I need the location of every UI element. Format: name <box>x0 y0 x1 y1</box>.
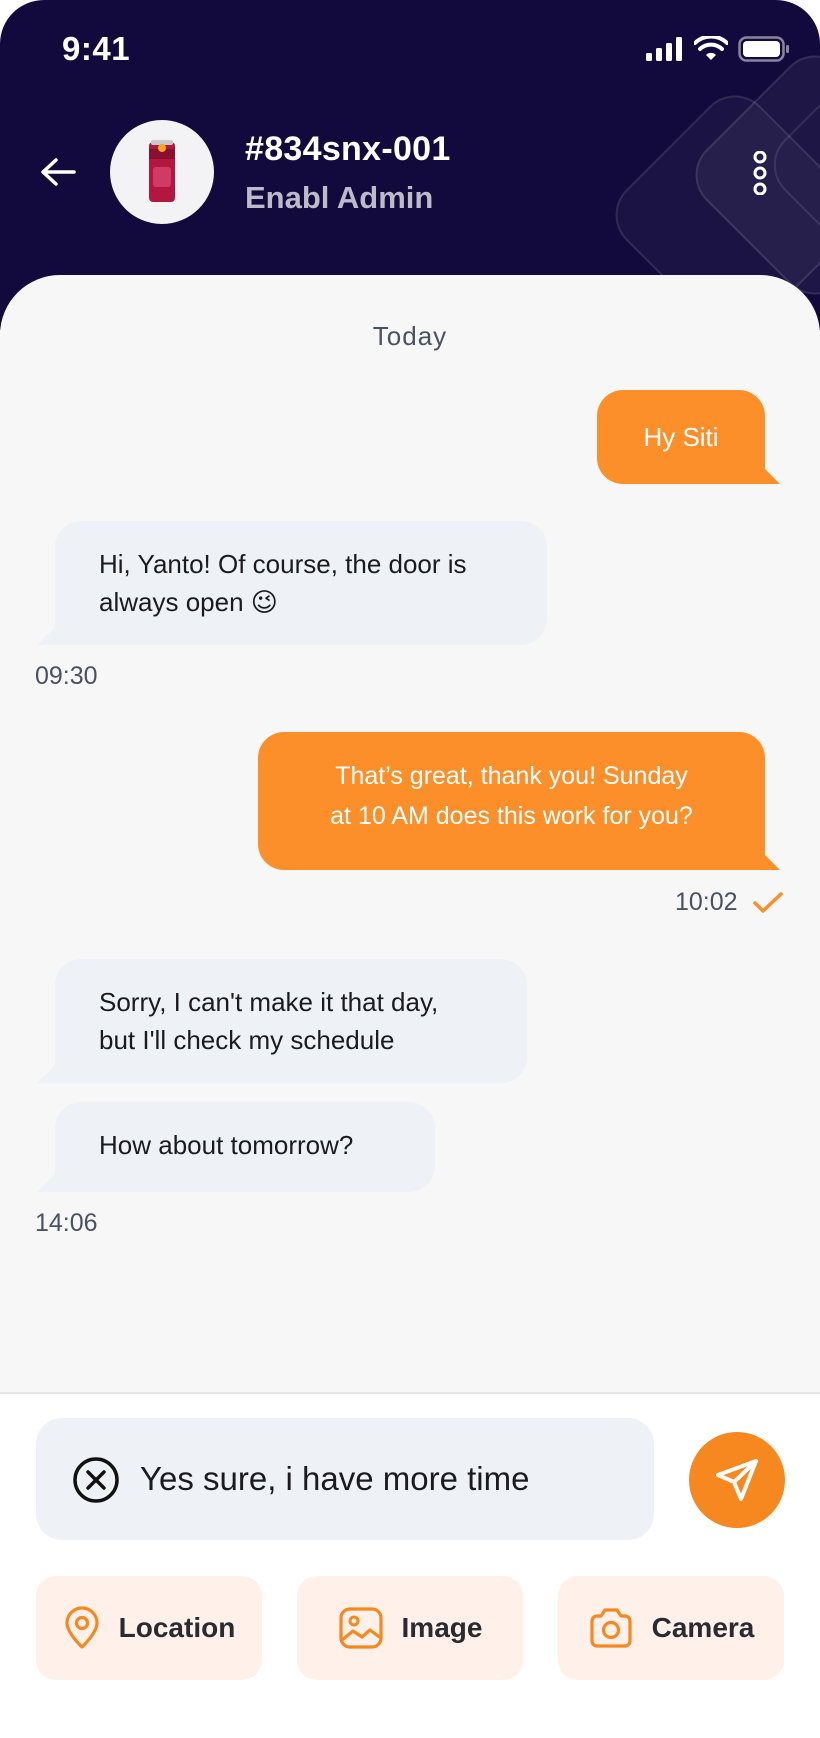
location-pin-icon <box>65 1606 99 1649</box>
bubble-tail <box>760 464 780 484</box>
message-text-line: Hi, Yanto! Of course, the door is <box>99 549 467 579</box>
bubble-tail <box>37 1172 57 1192</box>
outgoing-message[interactable]: That’s great, thank you! Sunday at 10 AM… <box>258 732 765 870</box>
camera-button[interactable]: Camera <box>558 1576 784 1680</box>
close-circle-icon <box>73 1457 119 1503</box>
message-time: 14:06 <box>35 1209 98 1237</box>
product-can-image <box>149 140 175 202</box>
message-text-line: at 10 AM does this work for you? <box>330 802 693 830</box>
more-vertical-icon <box>753 151 767 195</box>
message-text-line: Sorry, I can't make it that day, <box>99 987 439 1017</box>
message-text-line: but I'll check my schedule <box>99 1025 395 1055</box>
wifi-icon <box>694 36 728 60</box>
clear-input-button[interactable] <box>72 1456 120 1504</box>
location-button[interactable]: Location <box>36 1576 262 1680</box>
location-label: Location <box>118 1612 236 1643</box>
message-time: 10:02 <box>675 888 738 916</box>
signal-icon <box>646 37 682 61</box>
bubble-tail <box>37 625 57 645</box>
send-icon <box>716 1459 758 1501</box>
message-time: 09:30 <box>35 662 98 690</box>
status-time: 9:41 <box>62 30 131 67</box>
send-button[interactable] <box>689 1432 785 1528</box>
conversation-title: #834snx-001 <box>245 130 451 168</box>
message-text: Hy Siti <box>643 422 719 452</box>
message-text-line: always open 😉 <box>99 587 278 617</box>
composer-divider <box>0 1392 820 1394</box>
arrow-left-icon <box>41 158 76 186</box>
home-indicator <box>274 1712 546 1720</box>
back-button[interactable] <box>36 150 80 194</box>
message-input[interactable] <box>140 1448 630 1510</box>
read-check-icon <box>753 892 783 913</box>
incoming-message[interactable]: How about tomorrow? <box>55 1102 435 1192</box>
conversation-subtitle: Enabl Admin <box>245 180 434 215</box>
battery-icon <box>738 36 789 62</box>
chat-screen: 9:41 #834snx-001 Enabl Admin Today Hy Si… <box>0 0 820 1738</box>
bubble-tail <box>760 850 780 870</box>
status-bar: 9:41 <box>0 0 820 100</box>
message-list[interactable]: Today Hy Siti Hi, Yanto! Of course, the … <box>0 275 820 1393</box>
attachment-actions: Location Image Camera <box>36 1576 786 1680</box>
incoming-message[interactable]: Hi, Yanto! Of course, the door is always… <box>55 521 547 645</box>
outgoing-message[interactable]: Hy Siti <box>597 390 765 484</box>
more-options-button[interactable] <box>740 148 780 198</box>
image-icon <box>338 1607 383 1649</box>
message-text-line: That’s great, thank you! Sunday <box>335 762 688 790</box>
incoming-message[interactable]: Sorry, I can't make it that day, but I'l… <box>55 959 527 1083</box>
camera-icon <box>590 1608 632 1648</box>
message-composer <box>36 1418 654 1540</box>
camera-label: Camera <box>651 1612 755 1643</box>
image-button[interactable]: Image <box>297 1576 523 1680</box>
day-separator: Today <box>372 321 448 351</box>
status-icons <box>646 36 790 62</box>
message-text: How about tomorrow? <box>99 1130 354 1160</box>
image-label: Image <box>401 1612 483 1643</box>
bubble-tail <box>37 1063 57 1083</box>
avatar[interactable] <box>110 120 214 224</box>
